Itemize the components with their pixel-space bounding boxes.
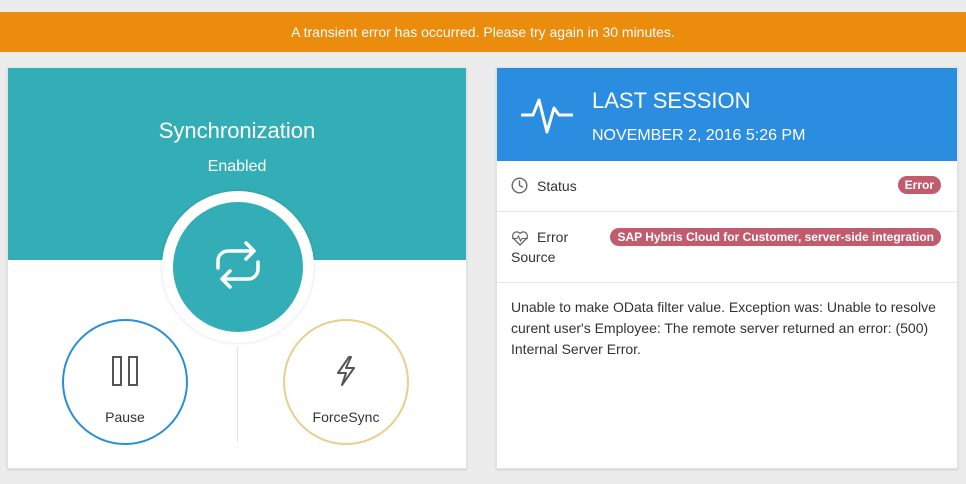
error-source-row: Error Source SAP Hybris Cloud for Custom… — [497, 212, 957, 283]
status-label: Status — [537, 178, 577, 194]
heart-pulse-icon — [511, 230, 529, 251]
sync-status: Enabled — [207, 158, 267, 175]
sync-toggle-button[interactable] — [173, 202, 303, 332]
last-session-date: NOVEMBER 2, 2016 5:26 PM — [592, 127, 806, 144]
lightning-icon — [333, 355, 359, 392]
sync-toggle-ring — [162, 191, 314, 343]
pulse-icon — [520, 90, 574, 145]
error-banner: A transient error has occurred. Please t… — [0, 12, 966, 52]
pause-icon — [111, 355, 139, 392]
status-row: Status Error — [497, 161, 957, 212]
last-session-header: LAST SESSION NOVEMBER 2, 2016 5:26 PM — [497, 68, 957, 161]
forcesync-label: ForceSync — [312, 409, 380, 425]
error-banner-text: A transient error has occurred. Please t… — [291, 24, 675, 40]
forcesync-button[interactable]: ForceSync — [283, 319, 409, 445]
error-message: Unable to make OData filter value. Excep… — [511, 299, 936, 357]
error-source-label-line1: Error — [537, 229, 569, 245]
clock-icon — [511, 177, 528, 199]
sync-title: Synchronization — [158, 118, 316, 143]
status-badge: Error — [897, 176, 941, 194]
sync-icon — [206, 237, 270, 298]
last-session-title: LAST SESSION — [592, 88, 751, 113]
pause-label: Pause — [105, 409, 145, 425]
actions-divider — [237, 346, 238, 442]
sync-card: Synchronization Enabled Pause ForceSync — [7, 67, 467, 469]
error-source-label-line2: Source — [511, 249, 556, 265]
pause-button[interactable]: Pause — [62, 319, 188, 445]
last-session-card: LAST SESSION NOVEMBER 2, 2016 5:26 PM St… — [496, 67, 958, 469]
error-source-badge: SAP Hybris Cloud for Customer, server-si… — [610, 228, 941, 246]
